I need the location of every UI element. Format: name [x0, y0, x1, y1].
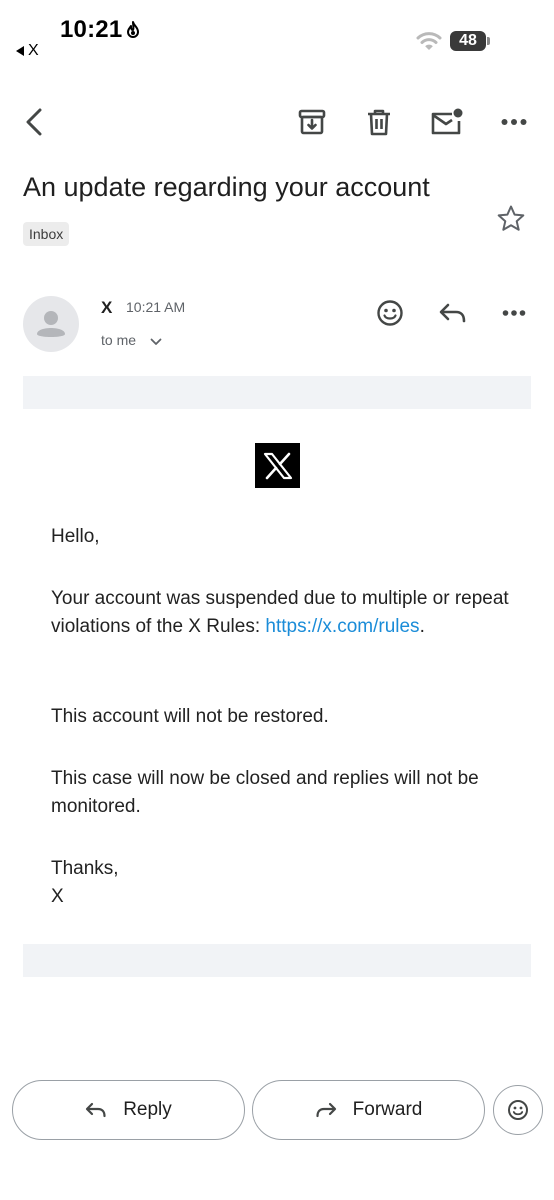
recipient-label: to me [101, 332, 137, 348]
back-button[interactable] [16, 104, 52, 140]
reply-label: Reply [123, 1099, 172, 1120]
reply-icon [86, 1102, 106, 1118]
back-app-label: X [28, 42, 39, 59]
battery-tip [487, 37, 490, 45]
emoji-icon [508, 1100, 528, 1120]
reply-button[interactable]: Reply [12, 1080, 245, 1140]
not-restored-paragraph: This account will not be restored. [51, 706, 329, 727]
person-icon [37, 311, 65, 337]
forward-button[interactable]: Forward [252, 1080, 485, 1140]
x-logo-icon [263, 452, 292, 479]
chevron-down-icon [150, 338, 162, 345]
sender-avatar[interactable] [23, 296, 79, 352]
reply-icon [439, 303, 466, 323]
inbox-label-chip[interactable]: Inbox [23, 222, 70, 246]
sender-name[interactable]: X [101, 298, 112, 318]
back-arrow-icon [26, 108, 42, 136]
message-more-button[interactable] [498, 297, 530, 329]
more-options-button[interactable] [496, 104, 532, 140]
react-emoji-button[interactable] [493, 1085, 543, 1135]
suspension-paragraph: Your account was suspended due to multip… [51, 585, 511, 641]
x-logo [255, 443, 300, 488]
add-reaction-button[interactable] [374, 297, 406, 329]
email-subject: An update regarding your account [23, 172, 430, 202]
trash-icon [368, 109, 390, 136]
greeting: Hello, [51, 526, 100, 547]
more-horiz-icon [501, 119, 527, 125]
star-icon[interactable] [496, 204, 526, 234]
wifi-icon [416, 32, 442, 50]
signature: X [51, 886, 64, 907]
delete-button[interactable] [361, 104, 397, 140]
back-to-app-link[interactable]: X [16, 42, 39, 60]
reply-icon-button[interactable] [436, 297, 470, 329]
back-triangle-icon [16, 46, 24, 56]
case-closed-paragraph: This case will now be closed and replies… [51, 768, 479, 817]
rules-link[interactable]: https://x.com/rules [265, 616, 419, 637]
battery-indicator: 48 [450, 31, 486, 51]
mark-unread-icon [431, 108, 463, 135]
period: . [419, 616, 425, 637]
archive-icon [298, 109, 326, 135]
archive-button[interactable] [294, 104, 330, 140]
signoff: Thanks, [51, 858, 119, 879]
email-timestamp: 10:21 AM [126, 299, 186, 315]
email-footer-band [23, 944, 531, 977]
forward-icon [316, 1102, 336, 1118]
status-time: 10:21 [60, 16, 123, 43]
recipient-details-toggle[interactable]: to me [101, 332, 162, 348]
mark-unread-button[interactable] [428, 104, 466, 140]
forward-label: Forward [352, 1099, 423, 1120]
emoji-icon [377, 300, 403, 326]
more-horiz-icon [502, 310, 526, 316]
email-header-band [23, 376, 531, 409]
focus-flame-icon [127, 21, 139, 38]
